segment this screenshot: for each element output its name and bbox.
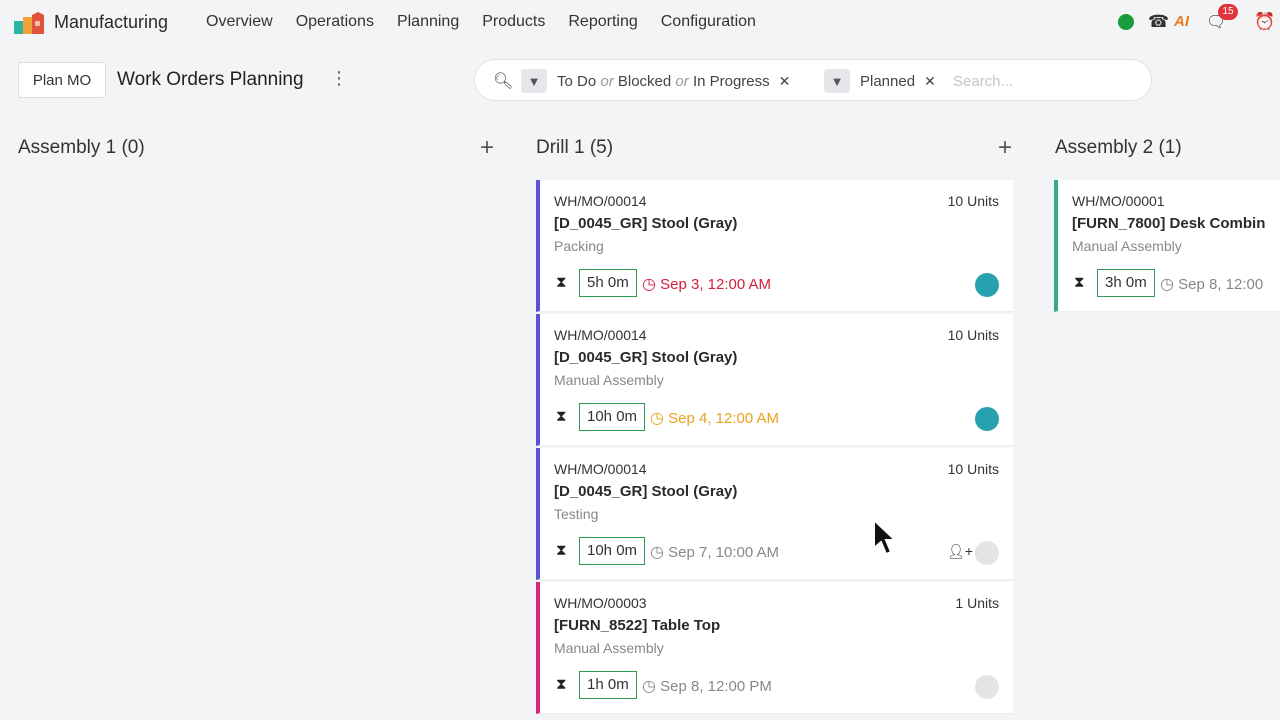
scheduled-date: ◷ Sep 7, 10:00 AM bbox=[650, 542, 779, 562]
column-header-assembly-1[interactable]: Assembly 1 (0) bbox=[18, 137, 145, 159]
filter-facet-planned[interactable]: ▼ Planned ✕ bbox=[824, 69, 936, 93]
avatar[interactable] bbox=[975, 541, 999, 565]
clock-icon[interactable]: ⏰ bbox=[1254, 12, 1275, 32]
product-name: [D_0045_GR] Stool (Gray) bbox=[554, 483, 738, 500]
mouse-cursor-icon bbox=[873, 518, 898, 556]
duration-badge: 5h 0m bbox=[579, 269, 637, 297]
duration-badge: 1h 0m bbox=[579, 671, 637, 699]
scheduled-date-text: Sep 3, 12:00 AM bbox=[660, 276, 772, 293]
hourglass-icon: ⧗ bbox=[556, 274, 567, 291]
mo-reference: WH/MO/00003 bbox=[554, 595, 647, 611]
facet-or: or bbox=[600, 72, 614, 90]
work-order-card[interactable]: WH/MO/00014 10 Units [D_0045_GR] Stool (Gr… bbox=[536, 314, 1013, 446]
product-name: [D_0045_GR] Stool (Gray) bbox=[554, 349, 738, 366]
menu-products[interactable]: Products bbox=[482, 13, 545, 31]
facet-values: To Do or Blocked or In Progress bbox=[557, 73, 770, 90]
search-icon[interactable]: 🔍︎ bbox=[493, 71, 513, 91]
scheduled-date: ◷ Sep 8, 12:00 bbox=[1160, 274, 1263, 294]
hourglass-icon: ⧗ bbox=[556, 408, 567, 425]
close-icon[interactable]: ✕ bbox=[924, 73, 936, 90]
systray: ☎ AI 🗨 15 ⏰ bbox=[1110, 4, 1280, 36]
facet-value: To Do bbox=[557, 72, 597, 90]
hourglass-icon: ⧗ bbox=[556, 542, 567, 559]
quantity: 10 Units bbox=[947, 461, 999, 477]
assign-user-icon[interactable]: 👤︎+ bbox=[947, 543, 973, 560]
duration-badge: 10h 0m bbox=[579, 537, 646, 565]
manufacturing-app-icon[interactable] bbox=[14, 12, 46, 34]
facet-value: Blocked bbox=[617, 72, 672, 90]
duration-badge: 10h 0m bbox=[579, 403, 646, 431]
clock-icon: ◷ bbox=[642, 678, 656, 695]
hourglass-icon: ⧗ bbox=[1074, 274, 1085, 291]
menu-reporting[interactable]: Reporting bbox=[568, 13, 637, 31]
ai-icon[interactable]: AI bbox=[1174, 13, 1189, 30]
clock-icon: ◷ bbox=[650, 544, 664, 561]
main-menu: Overview Operations Planning Products Re… bbox=[206, 13, 779, 31]
page-title: Work Orders Planning bbox=[117, 69, 304, 90]
scheduled-date-text: Sep 8, 12:00 PM bbox=[660, 678, 772, 695]
scheduled-date-text: Sep 7, 10:00 AM bbox=[668, 544, 780, 561]
mo-reference: WH/MO/00014 bbox=[554, 193, 647, 209]
clock-icon: ◷ bbox=[1160, 276, 1174, 293]
add-card-plus-icon[interactable]: + bbox=[998, 134, 1012, 162]
top-navbar: Manufacturing Overview Operations Planni… bbox=[0, 0, 1280, 46]
scheduled-date: ◷ Sep 8, 12:00 PM bbox=[642, 676, 772, 696]
product-name: [FURN_7800] Desk Combin bbox=[1072, 215, 1266, 232]
facet-value: In Progress bbox=[692, 72, 770, 90]
mo-reference: WH/MO/00001 bbox=[1072, 193, 1165, 209]
operation-name: Manual Assembly bbox=[554, 372, 664, 388]
search-bar: 🔍︎ ▼ To Do or Blocked or In Progress ✕ ▼… bbox=[474, 59, 1152, 101]
close-icon[interactable]: ✕ bbox=[779, 73, 791, 90]
filter-facet-status[interactable]: ▼ To Do or Blocked or In Progress ✕ bbox=[521, 69, 790, 93]
status-dot-icon[interactable] bbox=[1118, 14, 1134, 30]
hourglass-icon: ⧗ bbox=[556, 676, 567, 693]
product-name: [FURN_8522] Table Top bbox=[554, 617, 721, 634]
facet-or: or bbox=[675, 72, 689, 90]
operation-name: Packing bbox=[554, 238, 604, 254]
plan-mo-button[interactable]: Plan MO bbox=[18, 62, 106, 98]
work-order-card[interactable]: WH/MO/00014 10 Units [D_0045_GR] Stool (Gr… bbox=[536, 448, 1013, 580]
filter-icon: ▼ bbox=[521, 69, 547, 93]
product-name: [D_0045_GR] Stool (Gray) bbox=[554, 215, 738, 232]
quantity: 10 Units bbox=[947, 193, 999, 209]
add-card-plus-icon[interactable]: + bbox=[480, 134, 494, 162]
column-header-drill-1[interactable]: Drill 1 (5) bbox=[536, 137, 613, 159]
scheduled-date: ◷ Sep 3, 12:00 AM bbox=[642, 274, 771, 294]
work-order-card[interactable]: WH/MO/00001 [FURN_7800] Desk Combin Manual… bbox=[1054, 180, 1280, 312]
app-name[interactable]: Manufacturing bbox=[54, 12, 168, 33]
quantity: 10 Units bbox=[947, 327, 999, 343]
facet-value: Planned bbox=[860, 72, 916, 90]
mo-reference: WH/MO/00014 bbox=[554, 327, 647, 343]
chat-badge: 15 bbox=[1218, 4, 1238, 20]
operation-name: Manual Assembly bbox=[554, 640, 664, 656]
menu-planning[interactable]: Planning bbox=[397, 13, 459, 31]
filter-icon: ▼ bbox=[824, 69, 850, 93]
column-header-assembly-2[interactable]: Assembly 2 (1) bbox=[1055, 137, 1182, 159]
work-order-card[interactable]: WH/MO/00014 10 Units [D_0045_GR] Stool (Gr… bbox=[536, 180, 1013, 312]
search-input[interactable] bbox=[953, 70, 1133, 92]
operation-name: Manual Assembly bbox=[1072, 238, 1182, 254]
operation-name: Testing bbox=[554, 506, 599, 522]
scheduled-date-text: Sep 8, 12:00 bbox=[1178, 276, 1264, 293]
quantity: 1 Units bbox=[955, 595, 999, 611]
kebab-menu-icon[interactable]: ⋮ bbox=[330, 68, 348, 89]
clock-icon: ◷ bbox=[650, 410, 664, 427]
avatar[interactable] bbox=[975, 407, 999, 431]
phone-icon[interactable]: ☎ bbox=[1148, 12, 1169, 32]
scheduled-date-text: Sep 4, 12:00 AM bbox=[668, 410, 780, 427]
mo-reference: WH/MO/00014 bbox=[554, 461, 647, 477]
duration-badge: 3h 0m bbox=[1097, 269, 1155, 297]
clock-icon: ◷ bbox=[642, 276, 656, 293]
avatar[interactable] bbox=[975, 273, 999, 297]
menu-configuration[interactable]: Configuration bbox=[661, 13, 756, 31]
work-order-card[interactable]: WH/MO/00003 1 Units [FURN_8522] Table Top M… bbox=[536, 582, 1013, 714]
avatar[interactable] bbox=[975, 675, 999, 699]
scheduled-date: ◷ Sep 4, 12:00 AM bbox=[650, 408, 779, 428]
menu-operations[interactable]: Operations bbox=[296, 13, 374, 31]
menu-overview[interactable]: Overview bbox=[206, 13, 273, 31]
